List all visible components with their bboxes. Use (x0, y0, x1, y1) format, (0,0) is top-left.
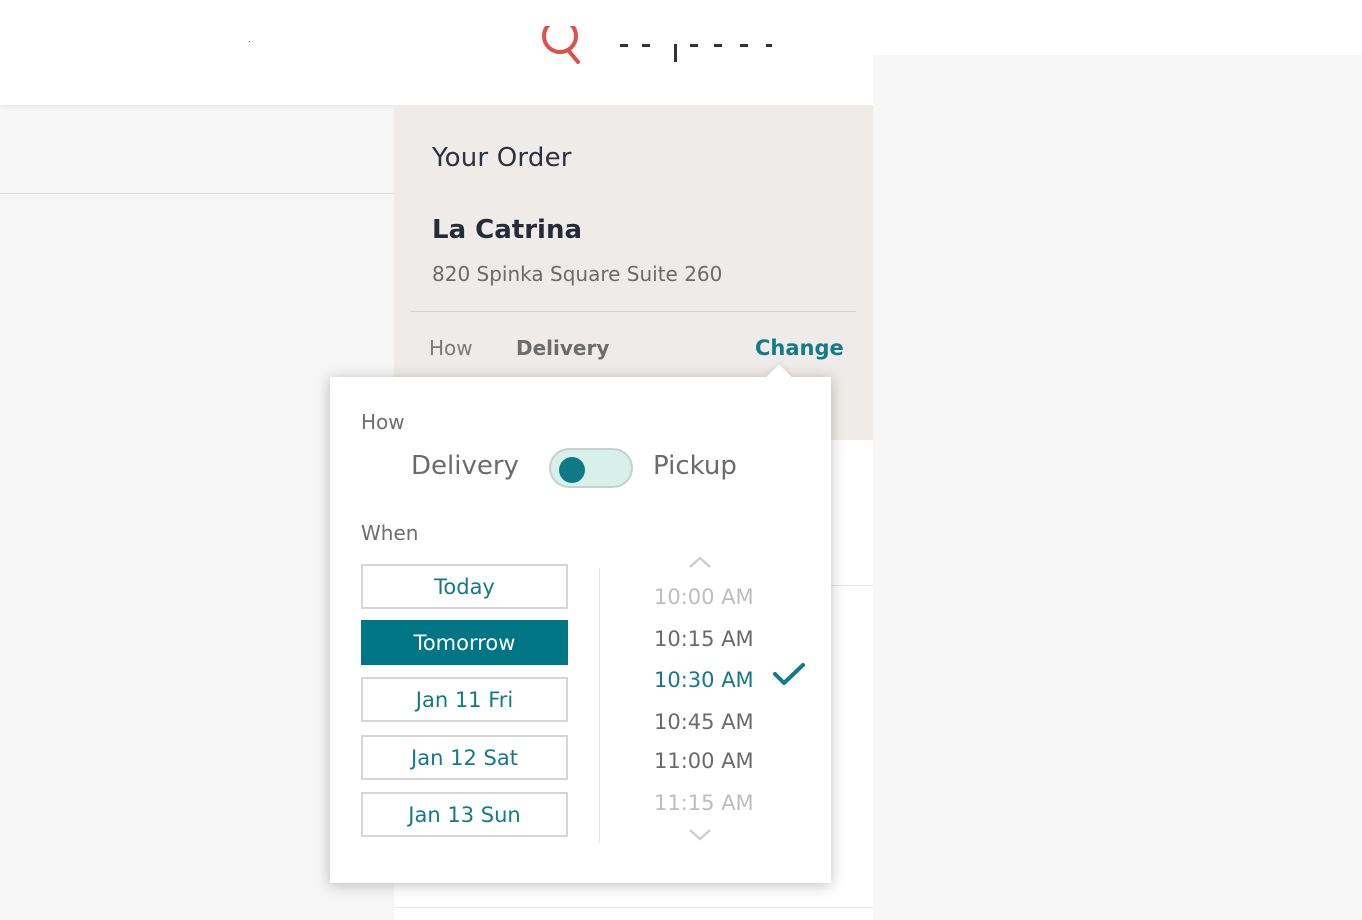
pickup-option-label[interactable]: Pickup (653, 451, 737, 481)
day-button-today[interactable]: Today (361, 564, 568, 609)
brand-wordmark (590, 44, 790, 62)
day-button-jan-12[interactable]: Jan 12 Sat (361, 735, 568, 780)
order-title: Your Order (432, 143, 572, 173)
day-button-jan-11[interactable]: Jan 11 Fri (361, 677, 568, 722)
delivery-option-label[interactable]: Delivery (411, 451, 519, 481)
change-button[interactable]: Change (755, 336, 844, 360)
nav-marker (249, 41, 250, 42)
column-divider (599, 568, 600, 843)
delivery-time-popover: How Delivery Pickup When Today Tomorrow … (330, 364, 831, 883)
chevron-up-icon[interactable] (686, 554, 714, 570)
time-option[interactable]: 10:45 AM (654, 710, 754, 734)
checkmark-icon (773, 662, 805, 686)
page-header-extension (873, 0, 1362, 55)
time-option[interactable]: 10:15 AM (654, 627, 754, 651)
day-button-tomorrow[interactable]: Tomorrow (361, 620, 568, 665)
time-option-selected[interactable]: 10:30 AM (654, 668, 754, 692)
top-navigation-bar (0, 0, 873, 105)
page-background (873, 55, 1362, 920)
restaurant-address: 820 Spinka Square Suite 260 (432, 262, 723, 286)
content-divider (0, 193, 394, 194)
time-option[interactable]: 11:00 AM (654, 749, 754, 773)
time-option[interactable]: 11:15 AM (654, 791, 754, 815)
restaurant-name: La Catrina (432, 215, 583, 245)
chevron-down-icon[interactable] (686, 827, 714, 843)
header-divider (410, 311, 856, 312)
how-label: How (429, 336, 473, 360)
delivery-pickup-toggle[interactable] (549, 448, 633, 488)
panel-divider (394, 907, 873, 908)
brand-logo-icon[interactable] (538, 26, 582, 64)
toggle-knob (559, 457, 585, 483)
how-value: Delivery (516, 336, 610, 360)
time-option[interactable]: 10:00 AM (654, 585, 754, 609)
popover-when-label: When (361, 521, 419, 545)
popover-how-label: How (361, 410, 405, 434)
day-button-jan-13[interactable]: Jan 13 Sun (361, 792, 568, 837)
